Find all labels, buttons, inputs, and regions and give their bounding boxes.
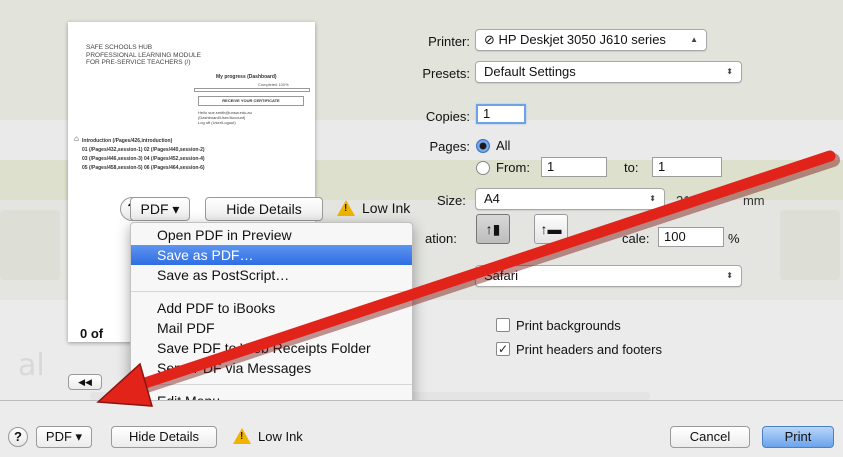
red-arrow-annotation: [96, 150, 840, 407]
arrow-shape: [96, 150, 840, 407]
arrow-shaft: [124, 150, 836, 394]
arrow-head: [96, 362, 154, 407]
